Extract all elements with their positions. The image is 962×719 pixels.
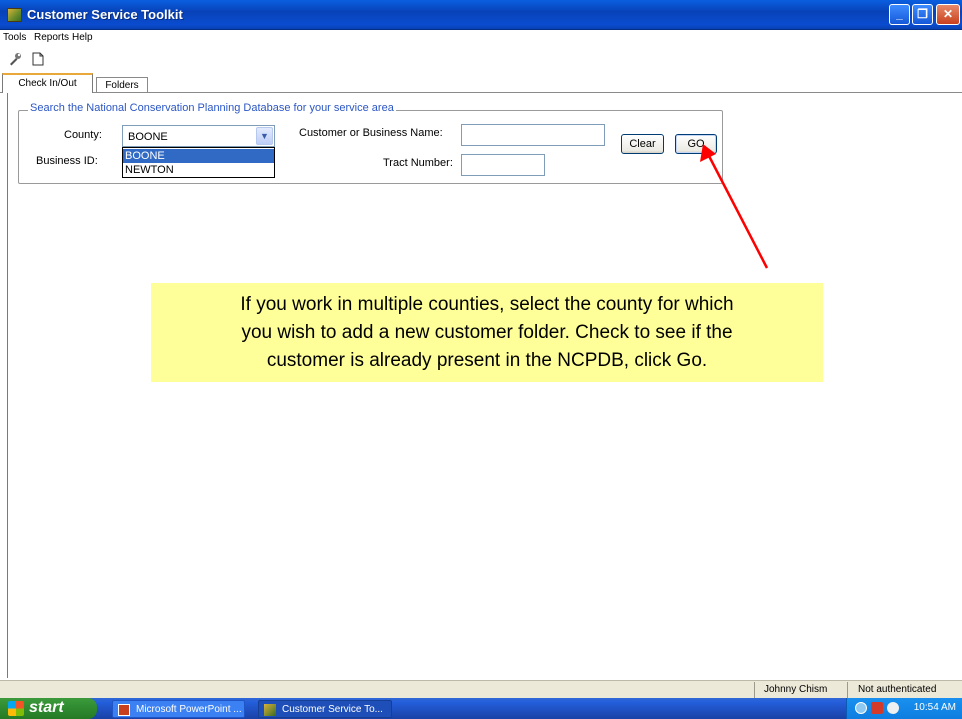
close-button[interactable]: ✕ [936,4,960,25]
toolbar [0,47,962,71]
county-select[interactable]: BOONE ▼ [122,125,275,147]
toolkit-icon [264,704,276,716]
customer-name-input[interactable] [461,124,605,146]
new-document-icon[interactable] [31,52,45,66]
start-label: start [29,699,64,716]
status-separator [754,682,755,698]
status-user: Johnny Chism [764,684,828,695]
start-button[interactable]: start [0,698,97,719]
security-icon[interactable] [871,702,883,714]
system-tray: 10:54 AM [846,698,962,719]
menu-help[interactable]: Help [72,32,93,43]
business-id-label: Business ID: [36,155,98,167]
taskbar-item-label: Customer Service To... [282,704,383,715]
tract-number-input[interactable] [461,154,545,176]
volume-icon[interactable] [887,702,899,714]
taskbar-item-customer-service[interactable]: Customer Service To... [258,700,392,718]
taskbar-clock: 10:54 AM [913,702,956,713]
callout-line-3: customer is already present in the NCPDB… [266,350,708,371]
taskbar: start Microsoft PowerPoint ... Customer … [0,698,962,719]
county-option-newton[interactable]: NEWTON [123,163,274,177]
status-separator [847,682,848,698]
callout-line-2: you wish to add a new customer folder. C… [241,322,733,343]
title-bar[interactable]: Customer Service Toolkit _ ❐ ✕ [0,0,962,30]
tab-check-in-out[interactable]: Check In/Out [2,73,93,93]
instruction-callout: If you work in multiple counties, select… [151,283,823,382]
taskbar-item-label: Microsoft PowerPoint ... [136,704,242,715]
network-icon[interactable] [855,702,867,714]
customer-name-label: Customer or Business Name: [299,127,443,139]
maximize-button[interactable]: ❐ [912,4,933,25]
tab-folders[interactable]: Folders [96,77,148,93]
tract-number-label: Tract Number: [383,157,453,169]
chevron-down-icon[interactable]: ▼ [256,127,273,145]
client-border [7,93,8,678]
tab-divider [0,92,962,93]
search-legend: Search the National Conservation Plannin… [28,102,396,114]
go-button[interactable]: GO [675,134,717,154]
clear-button[interactable]: Clear [621,134,664,154]
app-icon [7,8,22,22]
tools-icon[interactable] [8,52,22,66]
callout-line-1: If you work in multiple counties, select… [240,294,734,315]
county-dropdown-list[interactable]: BOONE NEWTON [122,147,275,178]
status-auth: Not authenticated [858,684,937,695]
minimize-button[interactable]: _ [889,4,910,25]
status-bar: Johnny Chism Not authenticated [0,680,962,698]
county-option-boone[interactable]: BOONE [123,149,274,163]
window-title: Customer Service Toolkit [27,7,183,22]
callout-text: If you work in multiple counties, select… [151,291,823,375]
windows-logo-icon [8,701,24,716]
county-selected-value: BOONE [128,131,168,143]
menu-tools[interactable]: Tools [3,32,26,43]
county-label: County: [64,129,102,141]
menu-reports[interactable]: Reports [34,32,69,43]
powerpoint-icon [118,704,130,716]
menu-bar: Tools Reports Help [0,30,962,46]
taskbar-item-powerpoint[interactable]: Microsoft PowerPoint ... [112,700,245,718]
